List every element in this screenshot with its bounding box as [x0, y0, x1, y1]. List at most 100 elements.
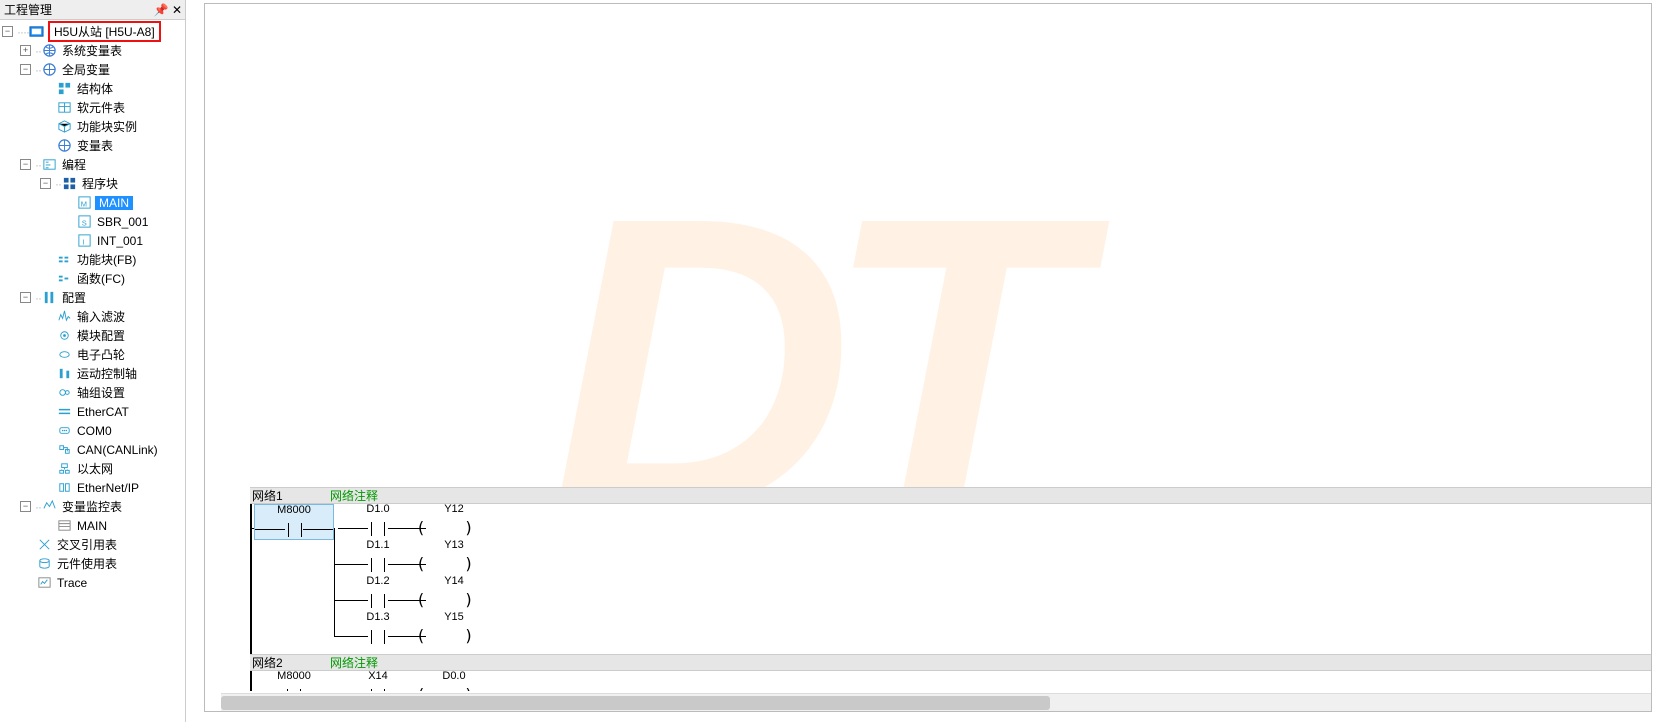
program-icon: I	[76, 233, 92, 249]
tree-progblock[interactable]: − ·· 程序块	[0, 174, 185, 193]
expand-icon[interactable]: −	[40, 178, 51, 189]
tree-inputfilter[interactable]: 输入滤波	[0, 307, 185, 326]
network-comment[interactable]: 网络注释	[330, 654, 378, 671]
contact-label: M8000	[255, 504, 333, 516]
tree-config[interactable]: − ·· 配置	[0, 288, 185, 307]
tree-fbinst[interactable]: 功能块实例	[0, 117, 185, 136]
tree-fb[interactable]: 功能块(FB)	[0, 250, 185, 269]
ladder-editor[interactable]: DT 网络1网络注释M8000D1.0Y12()D1.1Y13()D1.2Y14…	[250, 4, 1651, 691]
network-header[interactable]: 网络2网络注释	[250, 654, 1651, 671]
ladder-contact[interactable]: M8000	[254, 504, 334, 540]
ladder-coil[interactable]: Y13()	[426, 540, 506, 576]
tree-watch[interactable]: − ·· 变量监控表	[0, 497, 185, 516]
main-area: DT 网络1网络注释M8000D1.0Y12()D1.1Y13()D1.2Y14…	[186, 0, 1662, 722]
network-number: 网络1	[250, 487, 330, 504]
grid-icon	[61, 176, 77, 192]
db-icon	[36, 556, 52, 572]
globe-icon	[41, 62, 57, 78]
tree-sbr[interactable]: S SBR_001	[0, 212, 185, 231]
coil-label: Y13	[402, 539, 506, 551]
editor-panel: DT 网络1网络注释M8000D1.0Y12()D1.1Y13()D1.2Y14…	[204, 3, 1652, 712]
svg-text:M: M	[80, 199, 86, 208]
tree-fc[interactable]: 函数(FC)	[0, 269, 185, 288]
network-body[interactable]: M8000D1.0Y12()D1.1Y13()D1.2Y14()D1.3Y15(…	[250, 504, 1651, 654]
program-icon: S	[76, 214, 92, 230]
tree-root-label: H5U从站 [H5U-A8]	[48, 21, 161, 42]
contact-label: M8000	[254, 670, 334, 682]
svg-text:I: I	[82, 237, 84, 246]
globe-icon	[56, 138, 72, 154]
ethernetip-icon	[56, 480, 72, 496]
tree-root[interactable]: − ···· H5U从站 [H5U-A8]	[0, 22, 185, 41]
network-icon	[56, 404, 72, 420]
tree-vartable[interactable]: 变量表	[0, 136, 185, 155]
globe-icon	[41, 43, 57, 59]
expand-icon[interactable]: +	[20, 45, 31, 56]
tree-enetip[interactable]: EtherNet/IP	[0, 478, 185, 497]
coil-label: Y12	[402, 503, 506, 515]
config-icon	[41, 290, 57, 306]
program-icon: M	[76, 195, 92, 211]
list-icon	[56, 518, 72, 534]
fc-icon	[56, 271, 72, 287]
expand-icon[interactable]: −	[20, 64, 31, 75]
signal-icon	[56, 309, 72, 325]
tree-trace[interactable]: Trace	[0, 573, 185, 592]
tree-motionaxis[interactable]: 运动控制轴	[0, 364, 185, 383]
tree-softelem[interactable]: 软元件表	[0, 98, 185, 117]
network-header[interactable]: 网络1网络注释	[250, 487, 1651, 504]
tree-can[interactable]: CAN(CANLink)	[0, 440, 185, 459]
sidebar-title: 工程管理	[4, 1, 153, 18]
cam-icon	[56, 347, 72, 363]
tree-main[interactable]: M MAIN	[0, 193, 185, 212]
tree-modcfg[interactable]: 模块配置	[0, 326, 185, 345]
plc-icon	[29, 24, 45, 40]
scrollbar-thumb[interactable]	[221, 696, 1050, 710]
tree-com0[interactable]: COM0	[0, 421, 185, 440]
axis-icon	[56, 366, 72, 382]
watch-icon	[41, 499, 57, 515]
tree-ethernet[interactable]: 以太网	[0, 459, 185, 478]
expand-icon[interactable]: −	[20, 292, 31, 303]
pin-icon[interactable]: 📌	[153, 3, 169, 17]
svg-text:S: S	[81, 218, 86, 227]
close-icon[interactable]: ✕	[169, 3, 185, 17]
ladder-coil[interactable]: Y12()	[426, 504, 506, 540]
tree-axisgroup[interactable]: 轴组设置	[0, 383, 185, 402]
fb-icon	[56, 252, 72, 268]
project-sidebar: 工程管理 📌 ✕ − ···· H5U从站 [H5U-A8] + ·· 系统变量…	[0, 0, 186, 722]
tree-ethercat[interactable]: EtherCAT	[0, 402, 185, 421]
tree-programming[interactable]: − ·· 编程	[0, 155, 185, 174]
network-comment[interactable]: 网络注释	[330, 487, 378, 504]
gear-icon	[56, 385, 72, 401]
tree-ecam[interactable]: 电子凸轮	[0, 345, 185, 364]
project-tree: − ···· H5U从站 [H5U-A8] + ·· 系统变量表 − ·· 全局…	[0, 20, 185, 722]
tree-elemusage[interactable]: 元件使用表	[0, 554, 185, 573]
coil-label: Y14	[402, 575, 506, 587]
code-icon	[41, 157, 57, 173]
gear-icon	[56, 328, 72, 344]
network-body[interactable]: M8000X14D0.0()X15D0.1()X16D0.2()X17D0.3(…	[250, 671, 1651, 691]
tree-sysvar[interactable]: + ·· 系统变量表	[0, 41, 185, 60]
ladder-coil[interactable]: Y14()	[426, 576, 506, 612]
ladder-coil[interactable]: Y15()	[426, 612, 506, 648]
table-icon	[56, 100, 72, 116]
expand-icon[interactable]: −	[2, 26, 13, 37]
coil-label: Y15	[402, 611, 506, 623]
tree-watch-main[interactable]: MAIN	[0, 516, 185, 535]
tree-int[interactable]: I INT_001	[0, 231, 185, 250]
coil-label: D0.0	[402, 670, 506, 682]
tree-xref[interactable]: 交叉引用表	[0, 535, 185, 554]
expand-icon[interactable]: −	[20, 159, 31, 170]
ladder-contact[interactable]: M8000	[254, 671, 334, 691]
trace-icon	[36, 575, 52, 591]
cube-icon	[56, 119, 72, 135]
network-number: 网络2	[250, 654, 330, 671]
ladder-coil[interactable]: D0.0()	[426, 671, 506, 691]
tree-struct[interactable]: 结构体	[0, 79, 185, 98]
sidebar-header: 工程管理 📌 ✕	[0, 0, 185, 20]
expand-icon[interactable]: −	[20, 501, 31, 512]
horizontal-scrollbar[interactable]	[221, 693, 1651, 711]
tree-globalvar[interactable]: − ·· 全局变量	[0, 60, 185, 79]
bus-icon	[56, 442, 72, 458]
